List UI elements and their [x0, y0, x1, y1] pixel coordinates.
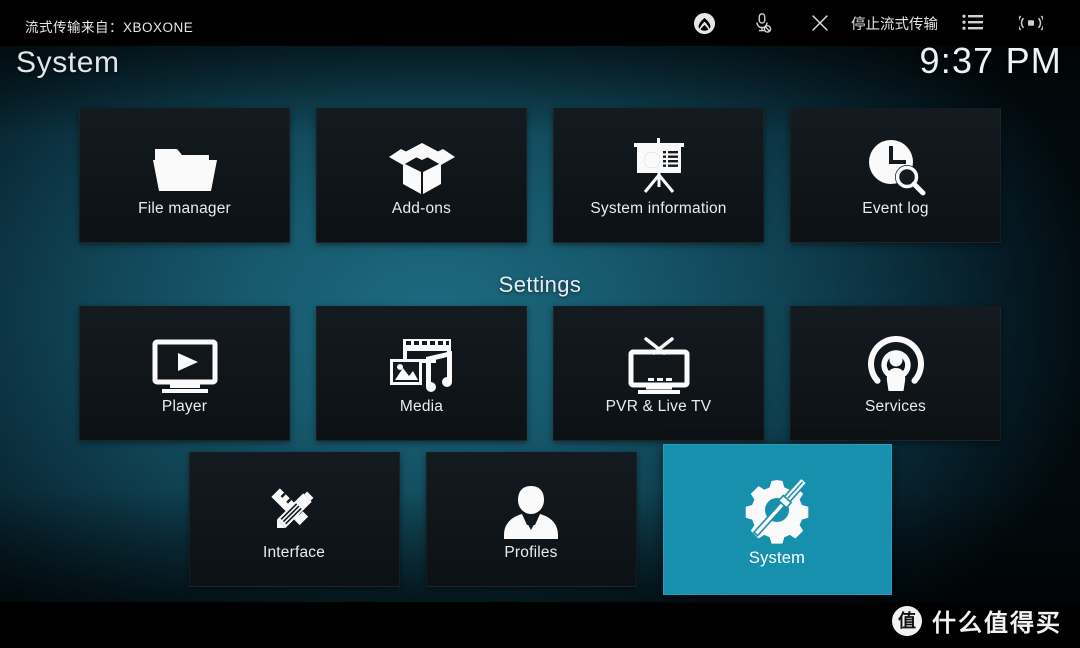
tile-file-manager[interactable]: File manager — [79, 108, 290, 243]
tile-player[interactable]: Player — [79, 306, 290, 441]
stream-bar-controls: 停止流式传输 — [675, 0, 1060, 46]
close-icon[interactable] — [791, 0, 849, 46]
stream-source-label: 流式传输来自：XBOXONE — [25, 20, 194, 35]
microphone-muted-icon[interactable] — [733, 0, 791, 46]
gear-screwdriver-icon — [735, 472, 819, 544]
tile-interface[interactable]: Interface — [188, 452, 400, 587]
tile-label: Media — [399, 397, 444, 415]
signal-strength-icon[interactable] — [1002, 0, 1060, 46]
tile-pvr-live-tv[interactable]: PVR & Live TV — [553, 306, 764, 441]
tile-media[interactable]: Media — [316, 306, 527, 441]
broadcast-person-icon — [859, 333, 933, 395]
clock-search-icon — [859, 135, 933, 197]
tile-event-log[interactable]: Event log — [790, 108, 1001, 243]
settings-section-heading: Settings — [498, 272, 582, 297]
tile-system[interactable]: System — [662, 444, 892, 595]
tile-profiles[interactable]: Profiles — [425, 452, 637, 587]
tile-label: Profiles — [504, 543, 558, 561]
open-box-icon — [385, 135, 459, 197]
tile-add-ons[interactable]: Add-ons — [316, 108, 527, 243]
monitor-play-icon — [148, 333, 222, 395]
list-menu-icon[interactable] — [944, 0, 1002, 46]
tile-services[interactable]: Services — [790, 306, 1001, 441]
presentation-chart-icon — [622, 135, 696, 197]
tile-label: Player — [161, 397, 208, 415]
settings-tile-row-1: Player Media PVR & Live TV Services — [0, 306, 1080, 441]
tv-antenna-icon — [622, 333, 696, 395]
tile-label: PVR & Live TV — [605, 397, 712, 415]
pencil-ruler-icon — [257, 479, 331, 541]
watermark-text: 什么值得买 — [932, 610, 1062, 637]
tile-label: Services — [864, 397, 927, 415]
settings-tile-row-2: Interface Profiles System — [0, 444, 1080, 595]
tile-label: Add-ons — [391, 199, 452, 217]
film-photo-music-icon — [385, 333, 459, 395]
top-tile-row: File manager Add-ons System information … — [0, 108, 1080, 243]
tile-system-information[interactable]: System information — [553, 108, 764, 243]
tile-label: File manager — [138, 199, 231, 217]
tile-label: Event log — [862, 199, 929, 217]
folder-open-icon — [148, 135, 222, 197]
watermark-logo: 值 — [892, 605, 922, 636]
tile-label: System information — [590, 199, 727, 217]
stop-streaming-label[interactable]: 停止流式传输 — [849, 13, 944, 34]
xbox-logo-icon[interactable] — [675, 0, 733, 46]
watermark: 值 什么值得买 — [892, 603, 1062, 638]
kodi-system-screen: 流式传输来自：XBOXONE 停止流式传输 System 9:37 PM Fil… — [0, 0, 1080, 648]
tile-label: Interface — [262, 543, 326, 561]
xbox-streaming-bar: 流式传输来自：XBOXONE 停止流式传输 — [0, 0, 1080, 46]
tile-label: System — [748, 549, 806, 568]
clock: 9:37 PM — [919, 40, 1062, 81]
person-bust-icon — [494, 479, 568, 541]
page-title: System — [16, 46, 120, 79]
